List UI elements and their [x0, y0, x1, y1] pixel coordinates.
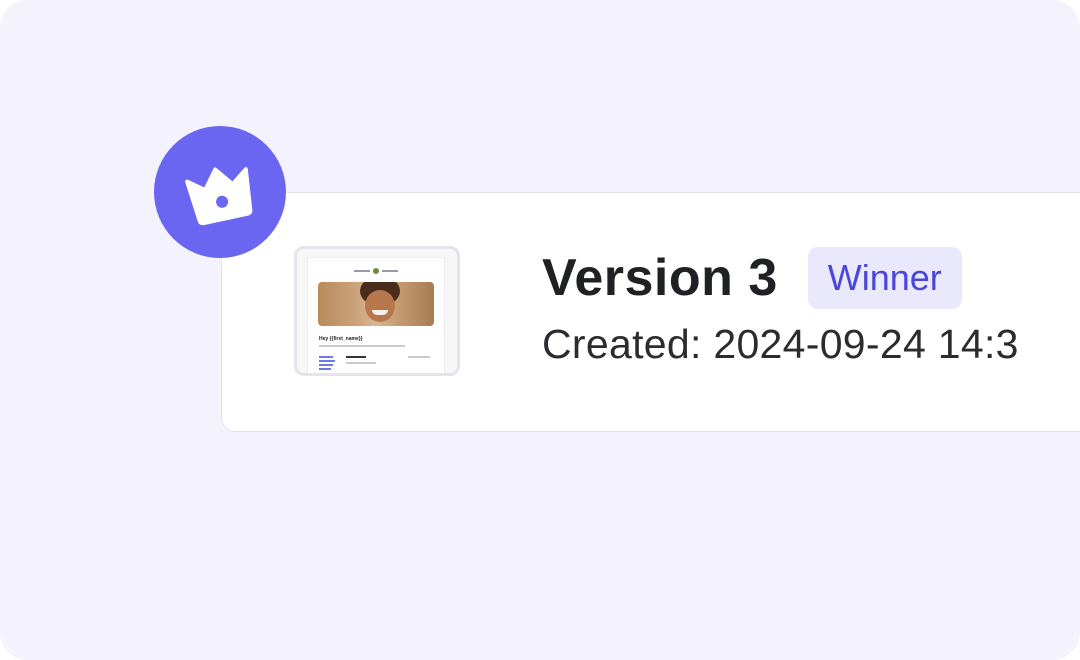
- created-timestamp: Created: 2024-09-24 14:3: [542, 321, 1019, 367]
- email-text-line: [408, 356, 430, 358]
- version-title: Version 3: [542, 249, 778, 307]
- email-text-line: [346, 362, 376, 364]
- winner-badge: Winner: [807, 247, 962, 309]
- email-logo: [354, 268, 398, 274]
- email-link-line: [319, 364, 333, 366]
- email-link-line: [319, 374, 335, 376]
- canvas: Hey {{first_name}} Version 3 Winner Crea…: [0, 0, 1080, 660]
- email-preview-page: Hey {{first_name}}: [308, 258, 444, 376]
- title-row: Version 3 Winner: [542, 245, 1019, 311]
- email-text-line: [346, 356, 366, 358]
- version-card[interactable]: Hey {{first_name}} Version 3 Winner Crea…: [221, 192, 1080, 432]
- email-greeting: Hey {{first_name}}: [319, 336, 363, 342]
- email-text-line: [346, 373, 366, 375]
- crown-badge: [154, 126, 286, 258]
- email-link-line: [319, 360, 335, 362]
- email-text-line: [319, 345, 405, 347]
- version-info: Version 3 Winner Created: 2024-09-24 14:…: [542, 245, 1019, 368]
- email-link-line: [319, 368, 331, 370]
- email-hero-image: [318, 282, 434, 326]
- crown-icon: [185, 167, 253, 226]
- email-preview-thumbnail[interactable]: Hey {{first_name}}: [294, 246, 460, 376]
- email-link-line: [319, 356, 333, 358]
